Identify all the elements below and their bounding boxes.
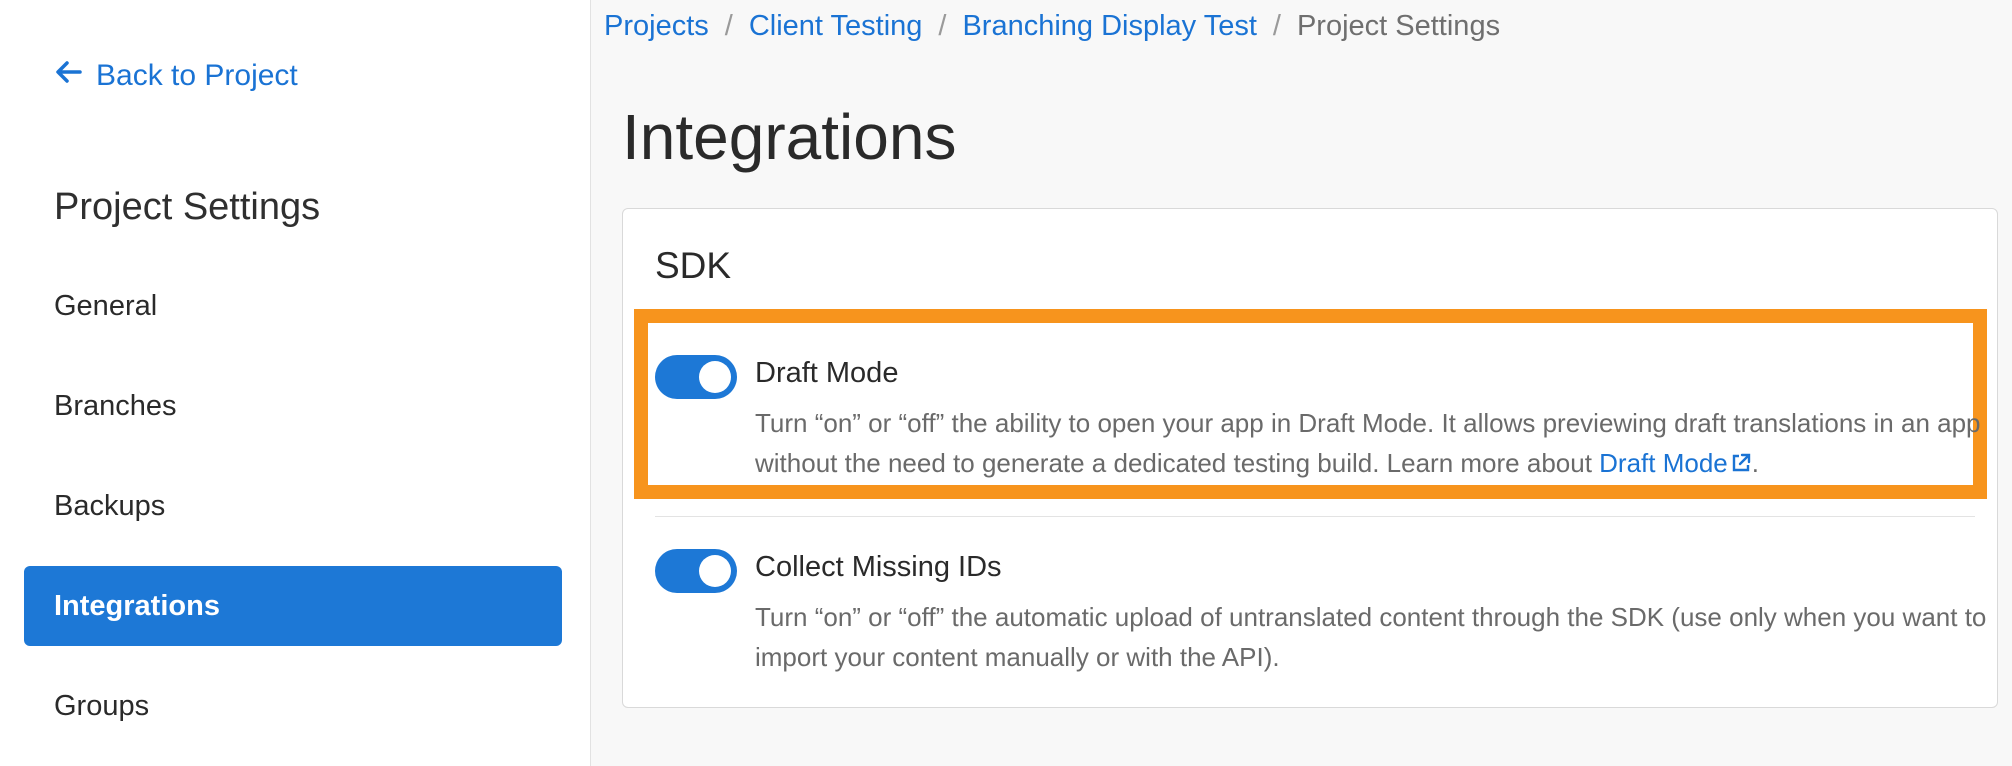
sidebar-item-label: General bbox=[54, 289, 158, 322]
breadcrumb-separator: / bbox=[938, 10, 947, 42]
toggle-knob bbox=[699, 555, 731, 587]
sidebar: Back to Project Project Settings General… bbox=[0, 0, 591, 766]
link-label: Draft Mode bbox=[1599, 448, 1728, 478]
collect-missing-ids-toggle[interactable] bbox=[655, 549, 737, 593]
sidebar-item-integrations[interactable]: Integrations bbox=[24, 566, 562, 646]
sidebar-item-backups[interactable]: Backups bbox=[24, 466, 562, 546]
breadcrumb-separator: / bbox=[724, 10, 733, 42]
setting-title: Collect Missing IDs bbox=[755, 551, 1002, 583]
page-title: Integrations bbox=[622, 101, 957, 173]
sidebar-item-branches[interactable]: Branches bbox=[24, 366, 562, 446]
back-to-project-link[interactable]: Back to Project bbox=[54, 58, 298, 94]
setting-title: Draft Mode bbox=[755, 357, 899, 389]
breadcrumb-client-testing[interactable]: Client Testing bbox=[749, 10, 923, 43]
sidebar-item-label: Integrations bbox=[54, 589, 220, 622]
setting-description: Turn “on” or “off” the automatic upload … bbox=[755, 602, 1987, 672]
description-end: . bbox=[1751, 448, 1759, 478]
sdk-card: SDK Draft Mode Turn “on” or “off” the ab… bbox=[622, 208, 1998, 708]
divider bbox=[655, 516, 1975, 517]
card-title: SDK bbox=[655, 245, 732, 286]
draft-mode-toggle[interactable] bbox=[655, 355, 737, 399]
breadcrumb-projects[interactable]: Projects bbox=[604, 10, 709, 43]
breadcrumb-current: Project Settings bbox=[1296, 10, 1501, 42]
sidebar-item-groups[interactable]: Groups bbox=[24, 666, 562, 746]
setting-description: Turn “on” or “off” the ability to open y… bbox=[755, 403, 1995, 485]
breadcrumb-separator: / bbox=[1272, 10, 1281, 42]
sidebar-item-label: Backups bbox=[54, 489, 166, 522]
sidebar-item-general[interactable]: General bbox=[24, 266, 562, 346]
draft-mode-link[interactable]: Draft Mode bbox=[1599, 448, 1752, 478]
back-to-project-label: Back to Project bbox=[96, 59, 298, 92]
arrow-left-icon bbox=[54, 58, 82, 94]
toggle-knob bbox=[699, 361, 731, 393]
sidebar-item-label: Groups bbox=[54, 689, 150, 722]
sidebar-item-label: Branches bbox=[54, 389, 177, 422]
breadcrumb-branching-display-test[interactable]: Branching Display Test bbox=[962, 10, 1256, 43]
description-text: Turn “on” or “off” the ability to open y… bbox=[755, 408, 1981, 478]
external-link-icon bbox=[1730, 445, 1752, 485]
sidebar-title: Project Settings bbox=[54, 186, 321, 228]
breadcrumb: Projects / Client Testing / Branching Di… bbox=[604, 10, 1500, 43]
